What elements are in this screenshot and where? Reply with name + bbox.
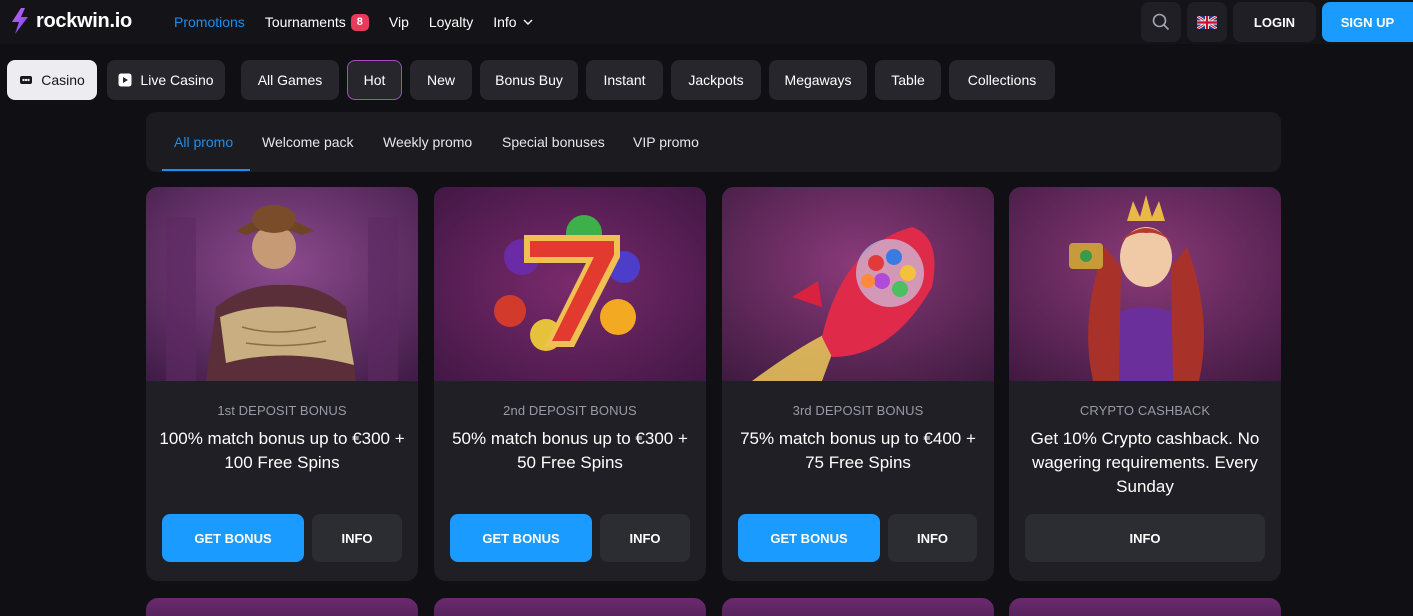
category-label: Instant: [603, 72, 646, 88]
category-label: All Games: [257, 72, 323, 88]
login-button[interactable]: LOGIN: [1233, 2, 1316, 42]
promo-card-peek: [146, 598, 418, 616]
tab-welcome-pack[interactable]: Welcome pack: [262, 112, 354, 172]
category-label: Jackpots: [688, 72, 744, 88]
promo-card-peek: [434, 598, 706, 616]
info-button[interactable]: INFO: [888, 514, 977, 562]
category-all-games[interactable]: All Games: [241, 60, 339, 100]
category-hot[interactable]: Hot: [347, 60, 402, 100]
category-label: Table: [891, 72, 925, 88]
card-title: 50% match bonus up to €300 + 50 Free Spi…: [452, 429, 688, 472]
promo-card-peek: [1009, 598, 1281, 616]
nav-label: Promotions: [174, 14, 245, 30]
category-jackpots[interactable]: Jackpots: [671, 60, 761, 100]
explorer-illustration: [146, 187, 418, 381]
nav-loyalty[interactable]: Loyalty: [429, 14, 473, 30]
nav-promotions[interactable]: Promotions: [174, 14, 245, 30]
signup-button[interactable]: SIGN UP: [1322, 2, 1413, 42]
casino-icon: [20, 76, 33, 84]
promo-card-crypto-cashback: CRYPTO CASHBACK Get 10% Crypto cashback.…: [1009, 187, 1281, 581]
nav-label: Info: [493, 14, 517, 30]
category-label: Megaways: [784, 72, 852, 88]
card-eyebrow: CRYPTO CASHBACK: [1079, 403, 1211, 418]
search-icon: [1152, 13, 1170, 31]
top-header: rockwin.io Promotions Tournaments 8 Vip L…: [0, 0, 1413, 44]
card-title: Get 10% Crypto cashback. No wagering req…: [1030, 429, 1260, 496]
category-collections[interactable]: Collections: [949, 60, 1055, 100]
category-megaways[interactable]: Megaways: [769, 60, 867, 100]
tab-vip-promo[interactable]: VIP promo: [633, 112, 699, 172]
promo-tabs: All promo Welcome pack Weekly promo Spec…: [146, 112, 1281, 172]
lucky-seven-illustration: [434, 187, 706, 381]
nav-label: Loyalty: [428, 14, 474, 30]
active-tab-underline: [162, 169, 250, 171]
lightning-logo-icon: [12, 8, 28, 34]
category-table[interactable]: Table: [875, 60, 941, 100]
category-new[interactable]: New: [410, 60, 472, 100]
get-bonus-button[interactable]: GET BONUS: [738, 514, 880, 562]
get-bonus-button[interactable]: GET BONUS: [450, 514, 592, 562]
category-live-casino[interactable]: Live Casino: [107, 60, 225, 100]
category-casino[interactable]: Casino: [7, 60, 97, 100]
card-eyebrow: 1st DEPOSIT BONUS: [217, 403, 347, 418]
category-instant[interactable]: Instant: [586, 60, 663, 100]
promo-card-3rd-deposit: 3rd DEPOSIT BONUS 75% match bonus up to …: [722, 187, 994, 581]
promo-card-peek: [722, 598, 994, 616]
tournaments-count-badge: 8: [350, 13, 369, 31]
nav-label: Tournaments: [264, 14, 346, 30]
category-label: Hot: [363, 72, 386, 88]
category-label: Casino: [41, 72, 85, 88]
site-logo[interactable]: rockwin.io: [10, 8, 132, 34]
category-label: Bonus Buy: [495, 72, 563, 88]
category-bonus-buy[interactable]: Bonus Buy: [480, 60, 578, 100]
play-icon: [118, 73, 132, 87]
nav-tournaments[interactable]: Tournaments 8: [264, 13, 369, 31]
nav-label: Vip: [388, 14, 409, 30]
get-bonus-button[interactable]: GET BONUS: [162, 514, 304, 562]
tab-weekly-promo[interactable]: Weekly promo: [383, 112, 472, 172]
logo-text: rockwin.io: [36, 9, 132, 32]
candy-rocket-illustration: [722, 187, 994, 381]
category-label: Live Casino: [140, 72, 214, 88]
promo-card-1st-deposit: 1st DEPOSIT BONUS 100% match bonus up to…: [146, 187, 418, 581]
nav-vip[interactable]: Vip: [389, 14, 409, 30]
promo-card-2nd-deposit: 2nd DEPOSIT BONUS 50% match bonus up to …: [434, 187, 706, 581]
main-nav: Promotions Tournaments 8 Vip Loyalty Info: [174, 0, 553, 44]
queen-illustration: [1009, 187, 1281, 381]
card-eyebrow: 3rd DEPOSIT BONUS: [792, 403, 924, 418]
info-button[interactable]: INFO: [1025, 514, 1265, 562]
card-title: 75% match bonus up to €400 + 75 Free Spi…: [740, 429, 976, 472]
chevron-down-icon: [523, 19, 533, 25]
info-button[interactable]: INFO: [312, 514, 402, 562]
nav-info[interactable]: Info: [493, 14, 533, 30]
search-button[interactable]: [1141, 2, 1181, 42]
info-button[interactable]: INFO: [600, 514, 690, 562]
card-eyebrow: 2nd DEPOSIT BONUS: [503, 403, 637, 418]
tab-all-promo[interactable]: All promo: [174, 112, 233, 172]
tab-special-bonuses[interactable]: Special bonuses: [502, 112, 605, 172]
category-label: New: [426, 72, 455, 88]
category-label: Collections: [967, 72, 1037, 88]
language-button[interactable]: [1187, 2, 1227, 42]
uk-flag-icon: [1197, 15, 1217, 29]
card-title: 100% match bonus up to €300 + 100 Free S…: [159, 429, 405, 472]
